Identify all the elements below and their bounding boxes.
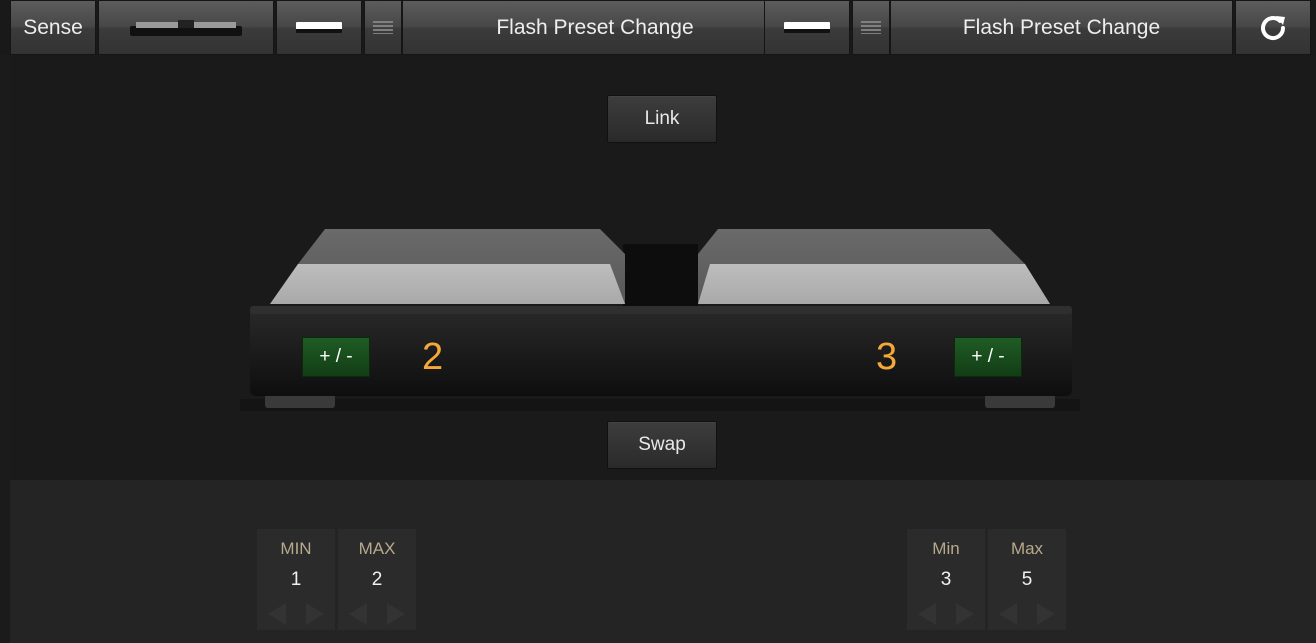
link-button[interactable]: Link xyxy=(607,95,717,143)
right-max-increment[interactable] xyxy=(1028,599,1064,629)
arrow-left-icon xyxy=(918,603,936,625)
right-plusminus-button[interactable]: + / - xyxy=(954,337,1022,377)
right-min-control[interactable]: Min 3 xyxy=(907,529,985,630)
right-pedal-value: 3 xyxy=(876,336,898,378)
menu-lines-icon xyxy=(861,21,881,34)
left-min-value: 1 xyxy=(290,569,302,590)
swap-label: Swap xyxy=(638,434,686,455)
right-max-control[interactable]: Max 5 xyxy=(988,529,1066,630)
left-min-decrement[interactable] xyxy=(259,599,295,629)
right-menu-button[interactable] xyxy=(852,0,890,55)
menu-lines-icon xyxy=(373,21,393,34)
left-min-control[interactable]: MIN 1 xyxy=(257,529,335,630)
arrow-left-icon xyxy=(349,603,367,625)
right-mode-button[interactable] xyxy=(764,0,850,55)
range-panel xyxy=(10,480,1316,643)
right-min-decrement[interactable] xyxy=(909,599,945,629)
left-max-increment[interactable] xyxy=(378,599,414,629)
pedal-illustration xyxy=(240,229,1080,411)
left-pedal-value: 2 xyxy=(422,336,444,378)
right-function-title[interactable]: Flash Preset Change xyxy=(890,0,1233,55)
right-plusminus-label: + / - xyxy=(971,346,1005,367)
arrow-left-icon xyxy=(268,603,286,625)
right-min-label: Min xyxy=(932,539,960,558)
top-toolbar: Sense Flash Preset Change Flash Preset C… xyxy=(0,0,1316,55)
arrow-right-icon xyxy=(956,603,974,625)
mode-bar-icon xyxy=(296,22,342,33)
right-max-decrement[interactable] xyxy=(990,599,1026,629)
refresh-icon xyxy=(1261,15,1286,40)
left-max-value: 2 xyxy=(371,569,383,590)
left-function-label: Flash Preset Change xyxy=(496,15,694,39)
pedal-select-button[interactable] xyxy=(98,0,274,55)
left-plusminus-button[interactable]: + / - xyxy=(302,337,370,377)
left-max-label: MAX xyxy=(358,539,396,558)
arrow-right-icon xyxy=(387,603,405,625)
swap-button[interactable]: Swap xyxy=(607,421,717,469)
refresh-button[interactable] xyxy=(1235,0,1311,55)
right-function-label: Flash Preset Change xyxy=(962,15,1161,39)
left-function-title[interactable]: Flash Preset Change xyxy=(402,0,788,55)
right-min-value: 3 xyxy=(940,569,952,590)
sense-button[interactable]: Sense xyxy=(10,0,96,55)
left-min-label: MIN xyxy=(280,539,312,558)
mode-bar-icon xyxy=(784,22,830,33)
left-plusminus-label: + / - xyxy=(319,346,353,367)
left-max-control[interactable]: MAX 2 xyxy=(338,529,416,630)
right-max-label: Max xyxy=(1010,539,1044,558)
arrow-left-icon xyxy=(999,603,1017,625)
sense-label: Sense xyxy=(23,15,83,39)
arrow-right-icon xyxy=(306,603,324,625)
left-mode-button[interactable] xyxy=(276,0,362,55)
left-menu-button[interactable] xyxy=(364,0,402,55)
arrow-right-icon xyxy=(1037,603,1055,625)
left-min-increment[interactable] xyxy=(297,599,333,629)
link-label: Link xyxy=(644,108,680,129)
pedal-device-icon xyxy=(130,19,242,36)
right-min-increment[interactable] xyxy=(947,599,983,629)
right-max-value: 5 xyxy=(1021,569,1033,590)
left-max-decrement[interactable] xyxy=(340,599,376,629)
